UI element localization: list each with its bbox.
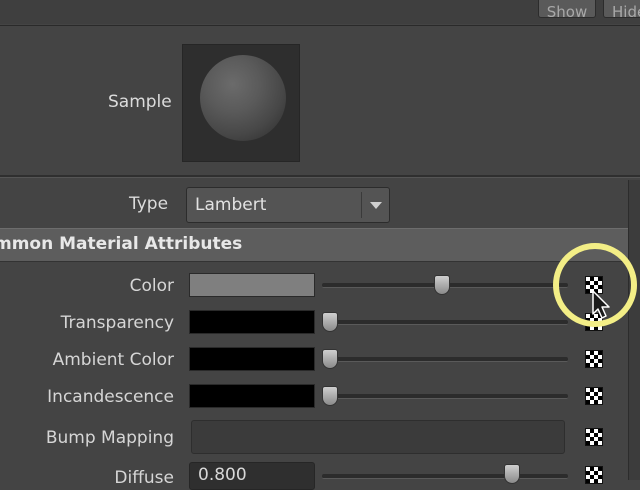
diffuse-map-button[interactable] <box>585 466 603 484</box>
diffuse-input[interactable]: 0.800 <box>189 462 315 490</box>
ambient-color-label: Ambient Color <box>52 350 174 370</box>
transparency-slider[interactable] <box>322 320 568 325</box>
mouse-pointer-icon <box>592 290 610 319</box>
ambient-color-slider[interactable] <box>322 357 568 362</box>
ambient-color-slider-handle[interactable] <box>322 349 338 369</box>
type-dropdown[interactable]: Lambert <box>186 187 390 223</box>
incandescence-map-button[interactable] <box>585 387 603 405</box>
hide-button[interactable]: Hide <box>603 0 640 21</box>
ambient-color-swatch[interactable] <box>189 347 315 371</box>
sample-label: Sample <box>108 92 172 112</box>
incandescence-slider[interactable] <box>322 394 568 399</box>
divider-highlight <box>0 177 640 178</box>
color-label: Color <box>129 276 174 296</box>
show-button-label: Show <box>546 3 588 21</box>
diffuse-value: 0.800 <box>198 465 247 485</box>
type-dropdown-value: Lambert <box>195 195 267 215</box>
color-slider-handle[interactable] <box>434 275 450 295</box>
diffuse-label: Diffuse <box>114 468 174 488</box>
diffuse-slider[interactable] <box>322 474 568 479</box>
dropdown-divider <box>361 192 362 218</box>
transparency-swatch[interactable] <box>189 310 315 334</box>
section-header-common-material-attributes[interactable]: mmon Material Attributes <box>0 228 628 262</box>
transparency-label: Transparency <box>60 313 174 333</box>
transparency-slider-handle[interactable] <box>322 312 338 332</box>
bump-mapping-map-button[interactable] <box>585 428 603 446</box>
bump-mapping-label: Bump Mapping <box>45 428 174 448</box>
material-sample-preview <box>182 44 300 162</box>
sample-sphere <box>200 55 286 141</box>
diffuse-slider-handle[interactable] <box>504 464 520 484</box>
ambient-color-map-button[interactable] <box>585 350 603 368</box>
incandescence-label: Incandescence <box>47 387 174 407</box>
incandescence-swatch[interactable] <box>189 384 315 408</box>
type-label: Type <box>129 194 169 214</box>
bump-mapping-field[interactable] <box>191 420 565 454</box>
show-button[interactable]: Show <box>538 0 596 21</box>
hide-button-label: Hide <box>612 3 640 21</box>
incandescence-slider-handle[interactable] <box>322 386 338 406</box>
color-swatch[interactable] <box>189 273 315 297</box>
vertical-scrollbar[interactable] <box>628 180 640 480</box>
chevron-down-icon <box>370 202 382 209</box>
toolbar-divider <box>0 25 640 26</box>
section-title: mmon Material Attributes <box>0 234 243 254</box>
